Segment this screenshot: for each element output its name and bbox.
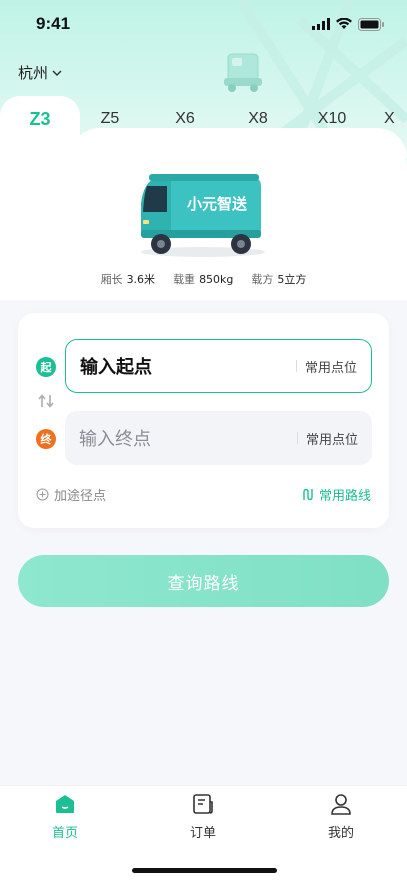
start-badge: 起 <box>36 357 56 377</box>
divider <box>295 360 297 372</box>
tab-home-label: 首页 <box>51 826 78 841</box>
home-indicator <box>132 868 277 873</box>
city-selector[interactable]: 杭州 <box>18 62 62 83</box>
add-waypoint-button[interactable]: 加途径点 <box>36 485 106 504</box>
query-route-button[interactable]: 查询路线 <box>18 555 389 607</box>
spec-length: 厢长 3.6米 <box>101 271 156 287</box>
plus-circle-icon <box>36 488 49 501</box>
end-badge: 终 <box>36 429 56 449</box>
city-name: 杭州 <box>18 64 49 82</box>
spec-value: 5立方 <box>277 273 307 286</box>
tab-orders-label: 订单 <box>189 826 216 841</box>
spec-load: 载重 850kg <box>173 271 233 287</box>
spec-volume: 载方 5立方 <box>251 271 306 287</box>
truck-illustration: 小元智送 <box>141 174 265 257</box>
user-icon <box>331 794 351 815</box>
tab-orders[interactable]: 订单 <box>163 792 243 841</box>
route-card: 起 终 输入起点 常用点位 输入终点 常用点位 加途径点 常用路线 <box>18 313 389 528</box>
chevron-down-icon <box>52 69 62 76</box>
end-point-placeholder: 输入终点 <box>79 429 151 450</box>
common-routes-label: 常用路线 <box>318 489 371 504</box>
delivery-robot-illustration <box>224 53 262 92</box>
start-point-input[interactable]: 输入起点 常用点位 <box>65 339 372 393</box>
tab-x[interactable]: X <box>384 96 407 142</box>
swap-icon[interactable] <box>37 393 55 409</box>
spec-label: 厢长 <box>100 273 123 286</box>
tab-x10[interactable]: X10 <box>300 96 364 142</box>
tab-x6[interactable]: X6 <box>155 96 215 142</box>
tab-profile-label: 我的 <box>327 826 354 841</box>
end-favorite-points[interactable]: 常用点位 <box>306 429 358 448</box>
signal-icon <box>312 18 330 30</box>
battery-icon <box>358 17 384 31</box>
add-waypoint-label: 加途径点 <box>54 489 107 504</box>
tab-x8[interactable]: X8 <box>228 96 288 142</box>
start-favorite-points[interactable]: 常用点位 <box>305 357 357 376</box>
tab-home[interactable]: 首页 <box>25 792 105 841</box>
tab-profile[interactable]: 我的 <box>301 792 381 841</box>
tab-z3[interactable]: Z3 <box>0 96 80 142</box>
status-bar: 9:41 <box>0 0 407 48</box>
start-point-placeholder: 输入起点 <box>80 357 152 378</box>
truck-brand-text: 小元智送 <box>187 195 248 213</box>
common-routes-button[interactable]: 常用路线 <box>301 485 371 504</box>
home-icon <box>56 795 74 813</box>
spec-label: 载重 <box>173 273 196 286</box>
end-point-input[interactable]: 输入终点 常用点位 <box>65 411 372 465</box>
route-icon <box>303 488 313 501</box>
spec-label: 载方 <box>251 273 274 286</box>
wifi-icon <box>336 18 352 29</box>
status-icons <box>312 17 385 31</box>
divider <box>296 432 298 444</box>
order-icon <box>193 794 213 814</box>
spec-value: 3.6米 <box>126 273 156 286</box>
spec-value: 850kg <box>199 273 234 286</box>
tab-z5[interactable]: Z5 <box>80 96 140 142</box>
status-time: 9:41 <box>36 14 71 33</box>
model-tabs: Z3 Z5 X6 X8 X10 X <box>0 96 407 142</box>
vehicle-specs: 厢长 3.6米 载重 850kg 载方 5立方 <box>0 271 407 287</box>
